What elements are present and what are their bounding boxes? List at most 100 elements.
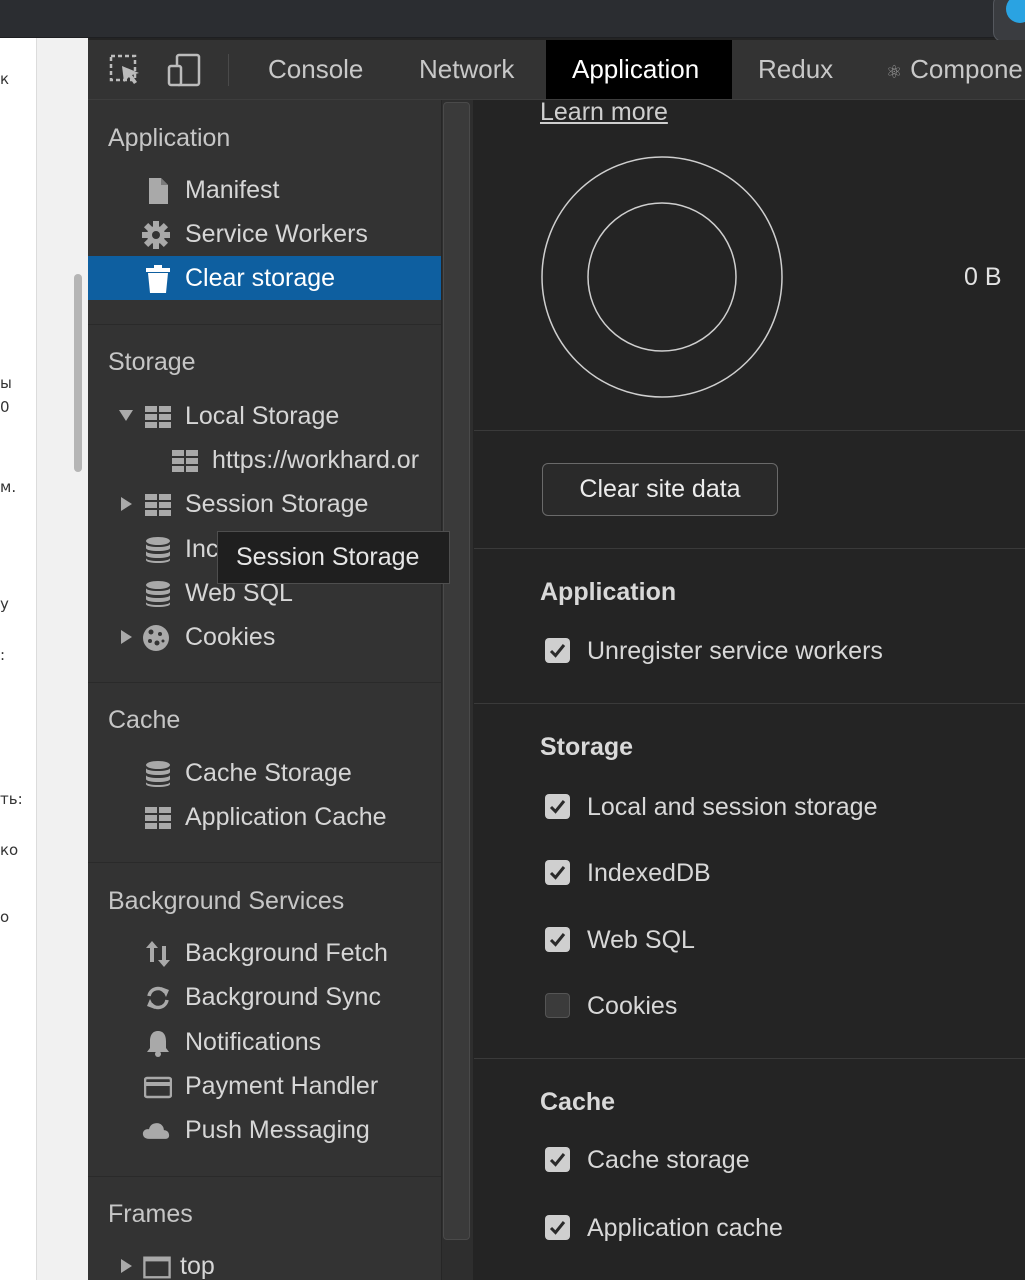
sidebar-item-label: https://workhard.or — [212, 446, 420, 474]
database-icon — [146, 581, 170, 607]
sidebar-item-label: Manifest — [185, 176, 280, 204]
collapsed-arrow-icon[interactable] — [121, 630, 132, 644]
document-icon — [149, 178, 168, 204]
sidebar-item-payment-handler[interactable]: Payment Handler — [88, 1064, 441, 1108]
checkmark-icon — [549, 800, 566, 814]
sidebar-item-label: Cookies — [185, 623, 276, 651]
devtools-tab-bar: Console Network Application Redux ⚛ Compo… — [88, 40, 1025, 100]
web-page-gutter — [36, 38, 88, 1280]
sidebar-item-label: Payment Handler — [185, 1072, 379, 1100]
sidebar-item-clear-storage[interactable]: Clear storage — [88, 256, 441, 300]
bell-icon — [147, 1031, 169, 1057]
checkmark-icon — [549, 1221, 566, 1235]
react-icon: ⚛ — [886, 62, 903, 82]
page-text-fragment: ко — [0, 841, 19, 859]
device-toolbar-icon[interactable] — [166, 53, 202, 87]
sidebar-item-session-storage[interactable]: Session Storage — [88, 482, 441, 526]
group-cache-heading: Cache — [540, 1088, 616, 1116]
sidebar-item-notifications[interactable]: Notifications — [88, 1020, 441, 1064]
sidebar-tooltip: Session Storage — [217, 531, 450, 584]
page-text-fragment: м. — [0, 478, 17, 496]
sidebar-item-label: Service Workers — [185, 220, 368, 248]
section-frames-heading: Frames — [108, 1200, 193, 1228]
page-text-fragment: о — [0, 908, 10, 926]
panel-divider — [474, 1058, 1025, 1059]
sidebar-item-local-storage-origin[interactable]: https://workhard.or — [88, 438, 441, 482]
grid-icon — [172, 450, 198, 472]
section-divider — [88, 682, 443, 683]
grid-icon — [145, 494, 171, 516]
inspect-element-icon[interactable] — [108, 53, 144, 87]
sidebar-item-service-workers[interactable]: Service Workers — [88, 212, 441, 256]
sidebar-item-cookies[interactable]: Cookies — [88, 615, 441, 659]
checkbox[interactable] — [545, 860, 570, 885]
usage-donut-chart — [541, 156, 783, 398]
checkbox-label: Cache storage — [587, 1146, 750, 1174]
page-scrollbar-thumb[interactable] — [74, 274, 82, 472]
checkbox-label: Web SQL — [587, 926, 695, 954]
tab-components[interactable]: ⚛ Compone — [860, 40, 1025, 99]
sidebar-item-label: Cache Storage — [185, 759, 352, 787]
sidebar-item-label: Inc — [185, 535, 219, 563]
sidebar-item-background-sync[interactable]: Background Sync — [88, 975, 441, 1019]
grid-icon — [145, 406, 171, 428]
browser-top-bar — [0, 0, 1025, 42]
checkbox-unchecked[interactable] — [545, 993, 570, 1018]
tab-redux[interactable]: Redux — [732, 40, 859, 99]
sidebar-item-push-messaging[interactable]: Push Messaging — [88, 1108, 441, 1152]
checkmark-icon — [549, 866, 566, 880]
panel-divider — [474, 430, 1025, 431]
sidebar-item-frame-top[interactable]: top — [88, 1244, 441, 1280]
collapsed-arrow-icon[interactable] — [121, 497, 132, 511]
checkbox[interactable] — [545, 927, 570, 952]
tab-console[interactable]: Console — [242, 40, 389, 99]
page-text-fragment: : — [0, 646, 6, 664]
sync-icon — [147, 986, 169, 1010]
tab-application[interactable]: Application — [546, 40, 732, 99]
usage-total-value: 0 B — [964, 263, 1002, 291]
checkbox-label: Application cache — [587, 1214, 783, 1242]
web-page-area: к ы 0 м. у : ть: ко о — [0, 38, 88, 1280]
section-divider — [88, 324, 443, 325]
learn-more-link[interactable]: Learn more — [540, 98, 668, 127]
sidebar-item-label: Session Storage — [185, 490, 369, 518]
sidebar-item-application-cache[interactable]: Application Cache — [88, 795, 441, 839]
clear-site-data-button[interactable]: Clear site data — [542, 463, 778, 516]
arrows-updown-icon — [146, 941, 170, 967]
toolbar-separator — [228, 54, 229, 86]
checkbox-label: IndexedDB — [587, 859, 711, 887]
checkmark-icon — [549, 644, 566, 658]
checkbox-label: Local and session storage — [587, 793, 878, 821]
sidebar-scrollbar-thumb[interactable] — [443, 102, 470, 1240]
trash-icon — [146, 265, 170, 293]
section-application-heading: Application — [108, 124, 231, 152]
page-text-fragment: к — [0, 70, 10, 88]
tab-components-label: Compone — [910, 54, 1023, 84]
section-background-services-heading: Background Services — [108, 887, 345, 915]
page-text-fragment: 0 — [0, 398, 10, 416]
sidebar-item-manifest[interactable]: Manifest — [88, 168, 441, 212]
frame-icon — [143, 1256, 171, 1279]
panel-divider — [474, 548, 1025, 549]
checkbox[interactable] — [545, 794, 570, 819]
section-divider — [88, 862, 443, 863]
extension-button[interactable] — [993, 0, 1025, 42]
sidebar-item-cache-storage[interactable]: Cache Storage — [88, 751, 441, 795]
checkbox[interactable] — [545, 1147, 570, 1172]
panel-divider — [474, 703, 1025, 704]
sidebar-item-local-storage[interactable]: Local Storage — [88, 394, 441, 438]
checkmark-icon — [549, 1153, 566, 1167]
application-sidebar: Application Manifest Service Workers Cle… — [88, 100, 443, 1280]
checkbox[interactable] — [545, 1215, 570, 1240]
sidebar-item-label: Application Cache — [185, 803, 387, 831]
expanded-arrow-icon[interactable] — [119, 410, 133, 421]
tab-network[interactable]: Network — [393, 40, 540, 99]
sidebar-item-background-fetch[interactable]: Background Fetch — [88, 931, 441, 975]
checkbox[interactable] — [545, 638, 570, 663]
checkbox-label: Unregister service workers — [587, 637, 883, 665]
collapsed-arrow-icon[interactable] — [121, 1259, 132, 1273]
section-cache-heading: Cache — [108, 706, 181, 734]
page-text-fragment: ть: — [0, 790, 23, 808]
group-application-heading: Application — [540, 578, 677, 606]
group-storage-heading: Storage — [540, 733, 634, 761]
